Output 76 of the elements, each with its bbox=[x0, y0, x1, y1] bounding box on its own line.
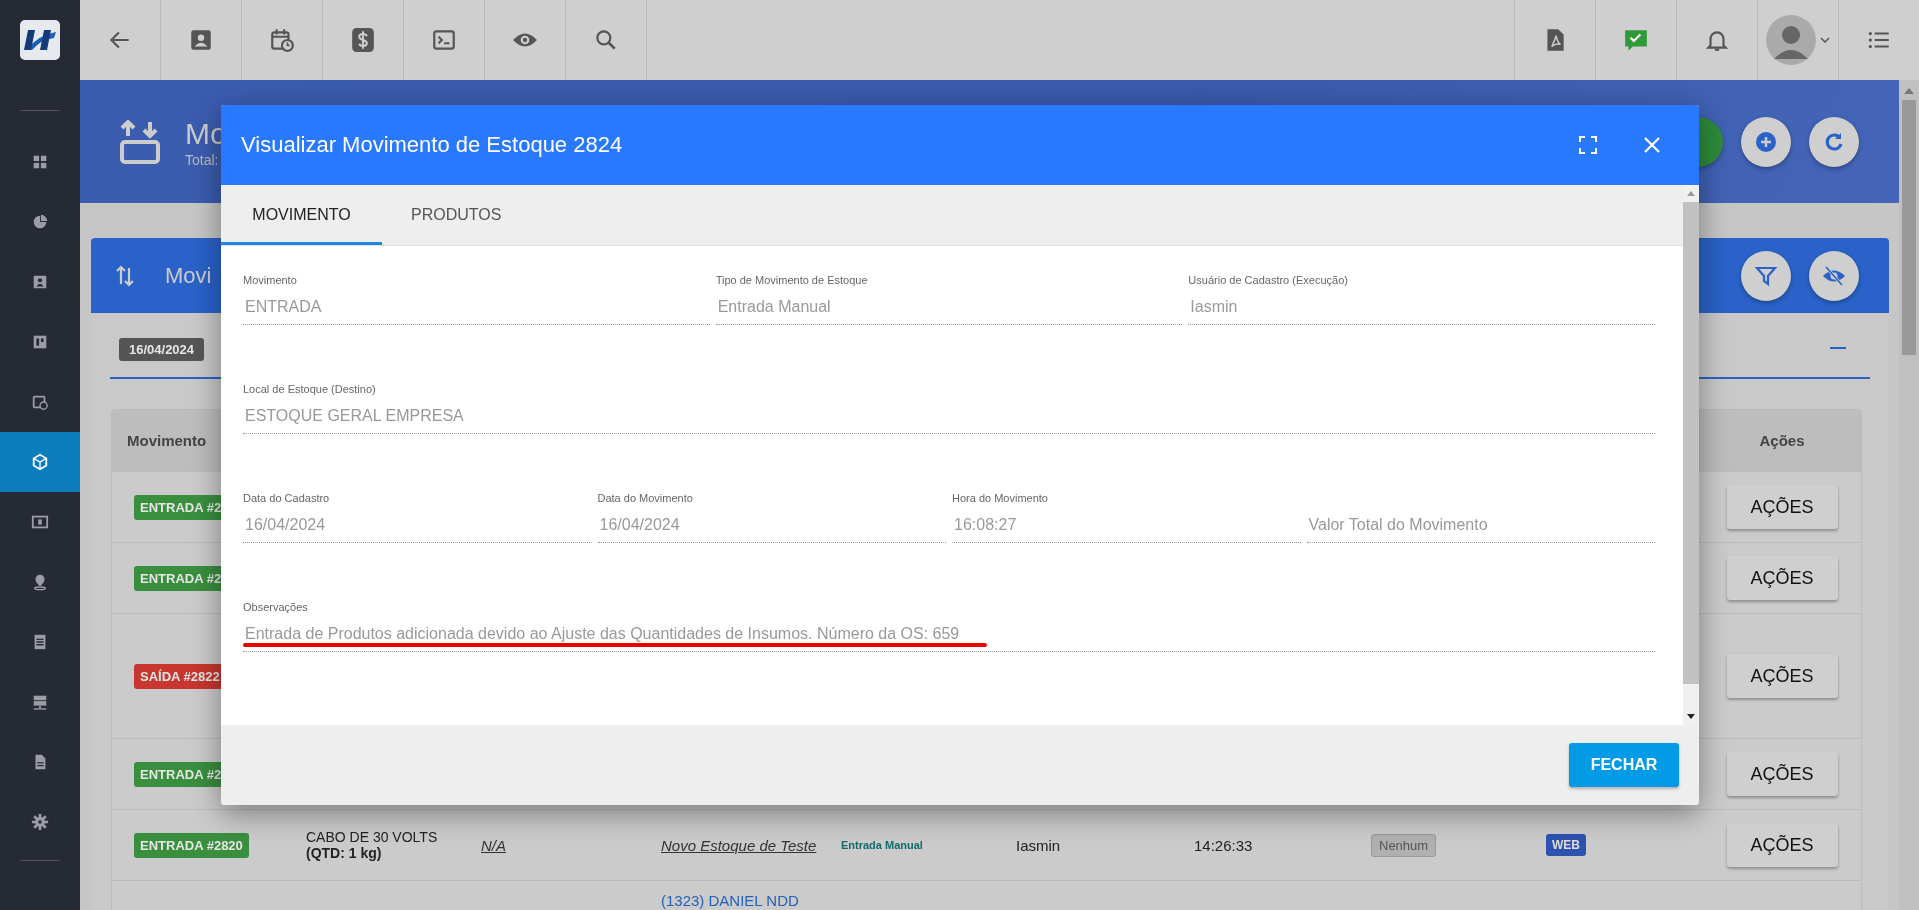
dialog-title: Visualizar Movimento de Estoque 2824 bbox=[241, 132, 624, 158]
column-header: Ações bbox=[1758, 432, 1806, 449]
text-field[interactable]: Entrada Manual bbox=[715, 294, 1183, 320]
scroll-up-icon[interactable] bbox=[1904, 88, 1914, 94]
table-link[interactable]: N/A bbox=[481, 836, 656, 854]
page-scrollbar[interactable] bbox=[1899, 80, 1919, 910]
actions-button[interactable]: AÇÕES bbox=[1726, 823, 1838, 867]
date-badge: 16/04/2024 bbox=[119, 337, 205, 361]
grid-icon bbox=[31, 153, 49, 171]
column-header: Movimento bbox=[126, 432, 208, 449]
text-field[interactable]: Valor Total do Movimento bbox=[1306, 512, 1655, 538]
sidebar-item[interactable] bbox=[0, 432, 80, 492]
board-icon bbox=[31, 333, 49, 351]
text-field[interactable]: ESTOQUE GERAL EMPRESA bbox=[243, 403, 1655, 429]
quantity-text: (QTD: 1 kg) bbox=[306, 845, 383, 861]
actions-button[interactable]: AÇÕES bbox=[1726, 556, 1838, 600]
field-label: Local de Estoque (Destino) bbox=[243, 383, 377, 397]
caret-icon bbox=[1820, 37, 1830, 43]
text-field[interactable]: 16/04/2024 bbox=[597, 512, 946, 538]
field-label: Usuário de Cadastro (Execução) bbox=[1188, 274, 1349, 288]
close-icon bbox=[1642, 135, 1662, 155]
text-field[interactable]: Entrada de Produtos adicionada devido ao Ajuste das Quantidades de Insumos. Número da OS: 659 bbox=[243, 621, 1655, 647]
hide-button[interactable] bbox=[1809, 250, 1859, 301]
field-label: Data do Cadastro bbox=[243, 492, 331, 506]
table-cell-text: Iasmin bbox=[1016, 836, 1062, 854]
scroll-down-icon[interactable] bbox=[1687, 714, 1695, 719]
scroll-up-icon[interactable] bbox=[1687, 191, 1695, 196]
pie-chart-icon bbox=[31, 213, 49, 231]
text-field[interactable]: Iasmin bbox=[1188, 294, 1655, 320]
table-link[interactable]: Novo Estoque de Teste bbox=[661, 836, 836, 854]
page-subtitle: Total: bbox=[185, 151, 220, 168]
field-label: Movimento bbox=[243, 274, 298, 288]
dollar-icon bbox=[350, 27, 376, 53]
transfer-box-icon bbox=[118, 119, 162, 164]
tab[interactable]: MOVIMENTO bbox=[221, 185, 382, 245]
logo bbox=[20, 20, 60, 60]
calendar-clock-icon bbox=[269, 27, 295, 53]
server-icon bbox=[31, 693, 49, 711]
card-title: Movi bbox=[165, 262, 212, 289]
location-pin-icon bbox=[31, 573, 49, 591]
field-label: Observações bbox=[243, 601, 309, 615]
settings-icon bbox=[31, 813, 49, 831]
actions-button[interactable]: AÇÕES bbox=[1726, 485, 1838, 529]
calendar-clock-icon bbox=[31, 393, 49, 411]
scrollbar-thumb[interactable] bbox=[1902, 100, 1916, 355]
filter-button[interactable] bbox=[1741, 250, 1791, 301]
box-icon bbox=[31, 453, 49, 471]
text-field[interactable]: ENTRADA bbox=[243, 294, 710, 320]
close-dialog-button[interactable]: FECHAR bbox=[1569, 743, 1679, 787]
contact-card-icon bbox=[188, 27, 214, 53]
movement-badge: ENTRADA #2820 bbox=[134, 832, 249, 858]
text-field[interactable]: 16:08:27 bbox=[952, 512, 1301, 538]
chat-check-icon bbox=[1623, 27, 1649, 53]
field-label: Hora do Movimento bbox=[952, 492, 1049, 506]
contact-card-icon bbox=[31, 273, 49, 291]
actions-button[interactable]: AÇÕES bbox=[1726, 752, 1838, 796]
banknote-icon bbox=[31, 513, 49, 531]
table-link[interactable]: (1323) DANIEL NDD bbox=[661, 892, 799, 909]
tab[interactable]: PRODUTOS bbox=[382, 185, 531, 245]
status-tag: Nenhum bbox=[1371, 833, 1437, 857]
refresh-button[interactable] bbox=[1809, 116, 1859, 167]
origin-tag: WEB bbox=[1546, 834, 1586, 856]
type-text: Entrada Manual bbox=[841, 839, 924, 851]
product-text: CABO DE 30 VOLTS bbox=[306, 829, 439, 845]
add-button[interactable] bbox=[1741, 116, 1791, 167]
plus-icon bbox=[1754, 129, 1778, 154]
field-label: Data do Movimento bbox=[597, 492, 694, 506]
fullscreen-icon bbox=[1578, 135, 1598, 155]
text-field[interactable]: 16/04/2024 bbox=[243, 512, 592, 538]
eye-off-icon bbox=[1822, 263, 1846, 288]
table-cell-text: 14:26:33 bbox=[1194, 836, 1254, 854]
avatar-icon bbox=[1766, 15, 1816, 65]
terminal-icon bbox=[431, 27, 457, 53]
sort-arrows-icon bbox=[115, 263, 135, 288]
actions-button[interactable]: AÇÕES bbox=[1726, 654, 1838, 698]
field-label: Tipo de Movimento de Estoque bbox=[715, 274, 869, 288]
